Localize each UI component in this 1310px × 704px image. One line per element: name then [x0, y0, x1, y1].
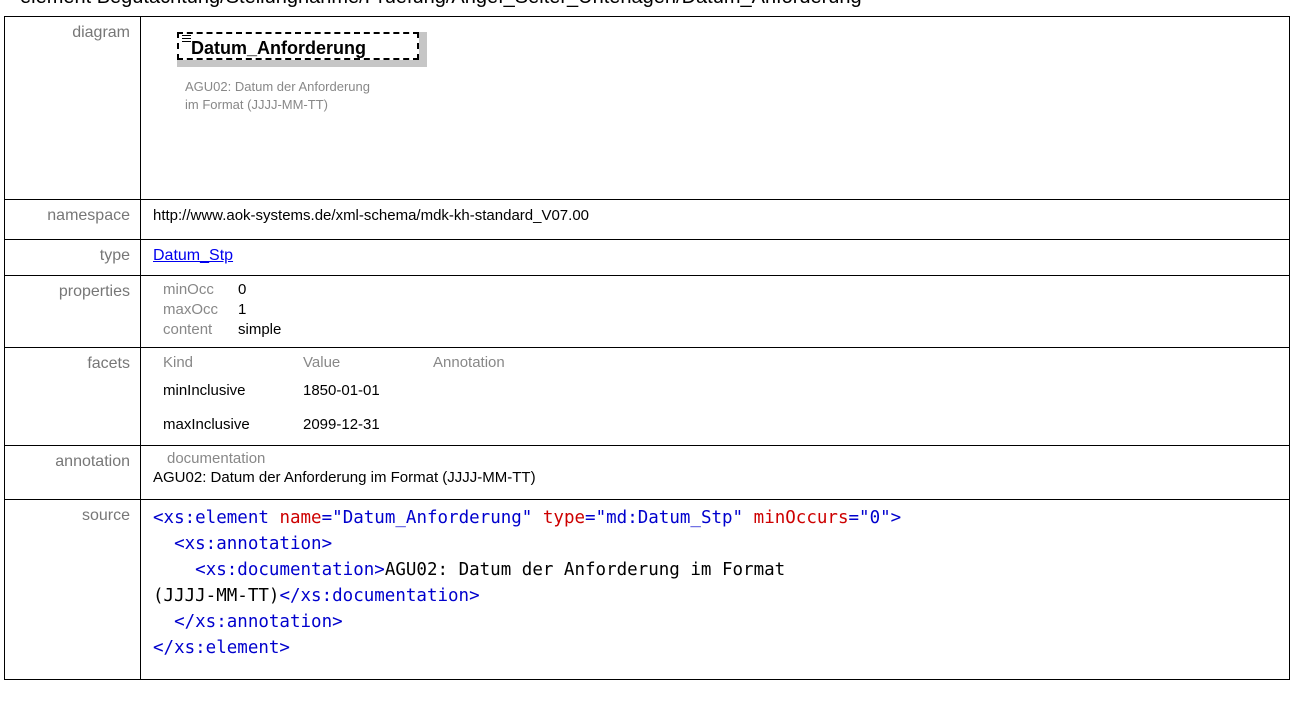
facet-value: 1850-01-01	[303, 381, 380, 399]
facets-table: Kind Value Annotation minInclusive 1850-…	[163, 351, 535, 441]
facet-row: maxInclusive 2099-12-31	[163, 407, 535, 441]
property-row: maxOcc 1	[163, 299, 281, 319]
row-facets: facets Kind Value Annotation minInclusiv…	[4, 347, 1290, 446]
element-node[interactable]: Datum_Anforderung	[177, 32, 427, 67]
facet-kind: minInclusive	[163, 381, 246, 399]
row-properties: properties minOcc 0 maxOcc 1 content sim…	[4, 275, 1290, 348]
diagram-annotation-note: AGU02: Datum der Anforderung im Format (…	[185, 79, 370, 112]
annotation-heading: documentation	[167, 450, 266, 467]
element-list-icon	[182, 35, 191, 44]
row-namespace: namespace http://www.aok-systems.de/xml-…	[4, 199, 1290, 240]
property-value: simple	[238, 320, 282, 338]
row-source: source <xs:element name="Datum_Anforderu…	[4, 499, 1290, 680]
property-key: maxOcc	[163, 300, 219, 318]
property-key: minOcc	[163, 280, 214, 298]
facets-header-value: Value	[303, 353, 341, 371]
label-diagram: diagram	[4, 16, 141, 200]
label-facets: facets	[4, 347, 141, 446]
facets-header-annotation: Annotation	[433, 353, 505, 371]
property-value: 1	[238, 300, 247, 318]
type-link[interactable]: Datum_Stp	[153, 247, 233, 264]
element-doc-table: diagram Datum_Anforderung AGU02: Datum d…	[4, 16, 1290, 680]
properties-table: minOcc 0 maxOcc 1 content simple	[163, 279, 281, 339]
source-code: <xs:element name="Datum_Anforderung" typ…	[153, 508, 902, 658]
label-properties: properties	[4, 275, 141, 348]
property-key: content	[163, 320, 213, 338]
diagram-cell: Datum_Anforderung AGU02: Datum der Anfor…	[140, 16, 1290, 200]
property-row: content simple	[163, 319, 281, 339]
label-namespace: namespace	[4, 199, 141, 240]
facet-value: 2099-12-31	[303, 415, 380, 433]
facet-annotation	[433, 407, 535, 441]
property-row: minOcc 0	[163, 279, 281, 299]
label-source: source	[4, 499, 141, 680]
row-annotation: annotation documentation AGU02: Datum de…	[4, 445, 1290, 500]
facet-row: minInclusive 1850-01-01	[163, 373, 535, 407]
label-type: type	[4, 239, 141, 276]
element-node-name: Datum_Anforderung	[191, 38, 366, 58]
row-type: type Datum_Stp	[4, 239, 1290, 276]
facet-kind: maxInclusive	[163, 415, 250, 433]
facet-annotation	[433, 373, 535, 407]
row-diagram: diagram Datum_Anforderung AGU02: Datum d…	[4, 16, 1290, 200]
namespace-value: http://www.aok-systems.de/xml-schema/mdk…	[140, 199, 1290, 240]
annotation-text: AGU02: Datum der Anforderung im Format (…	[153, 469, 536, 486]
facets-header-kind: Kind	[163, 353, 194, 371]
page-heading: element Begutachtung/Stellungnahme/Pruef…	[20, 0, 862, 9]
label-annotation: annotation	[4, 445, 141, 500]
property-value: 0	[238, 280, 247, 298]
diagram: Datum_Anforderung AGU02: Datum der Anfor…	[153, 24, 433, 174]
